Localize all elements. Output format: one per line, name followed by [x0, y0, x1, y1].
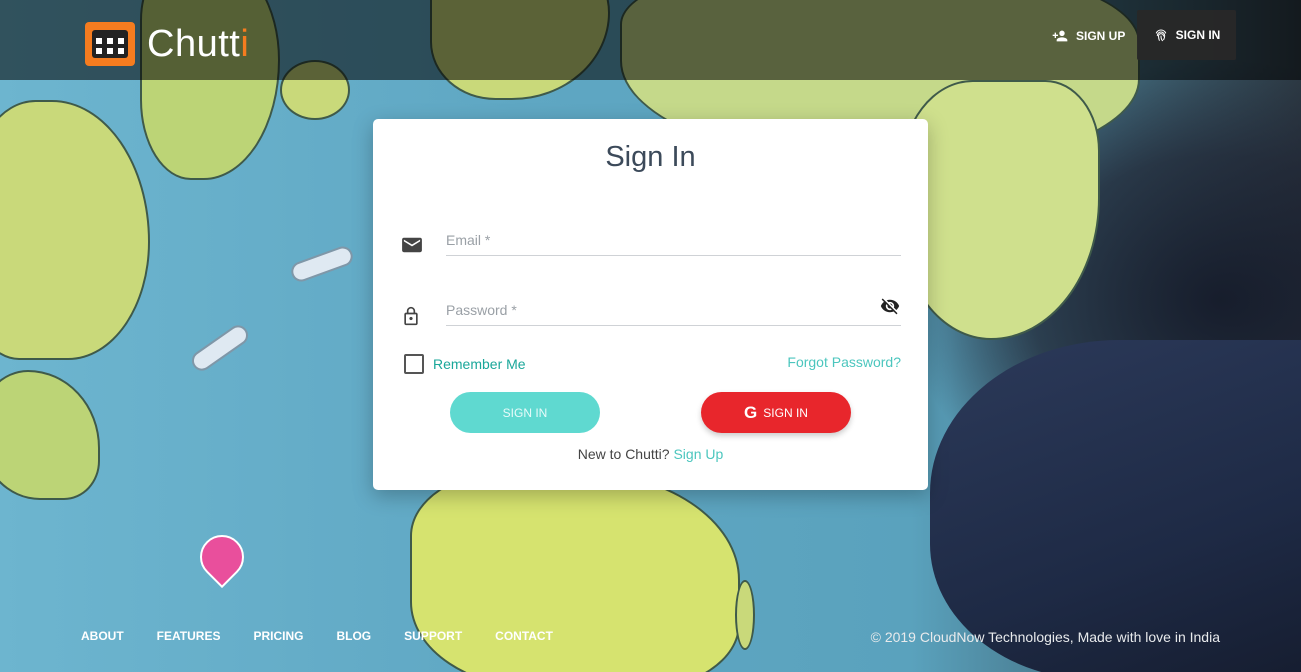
person-arm	[930, 340, 1301, 672]
checkbox-box[interactable]	[404, 354, 424, 374]
brand-name: Chutti	[147, 22, 250, 65]
signin-nav-button[interactable]: SIGN IN	[1137, 10, 1236, 60]
google-icon: G	[744, 402, 758, 422]
signup-nav-button[interactable]: SIGN UP	[1050, 26, 1125, 46]
copyright-text: © 2019 CloudNow Technologies, Made with …	[870, 629, 1220, 645]
signin-card: Sign In Remember Me Forgot Password? SIG…	[373, 119, 928, 490]
footer-link-contact[interactable]: CONTACT	[495, 629, 553, 643]
eye-off-icon[interactable]	[879, 296, 901, 316]
top-header: Chutti SIGN UP SIGN IN	[0, 0, 1301, 80]
remember-me-label: Remember Me	[433, 356, 526, 372]
email-icon	[402, 237, 422, 253]
google-signin-button[interactable]: G SIGN IN	[701, 392, 851, 433]
password-field[interactable]	[446, 286, 901, 325]
footer-link-features[interactable]: FEATURES	[157, 629, 221, 643]
calendar-logo-icon	[85, 22, 135, 66]
fingerprint-icon	[1155, 29, 1166, 42]
map-landmass	[0, 370, 100, 500]
footer-link-blog[interactable]: BLOG	[336, 629, 371, 643]
signin-button[interactable]: SIGN IN	[450, 392, 600, 433]
signup-prompt-text: New to Chutti?	[577, 446, 670, 462]
signin-nav-label: SIGN IN	[1175, 28, 1221, 42]
password-field-wrapper	[446, 286, 901, 326]
footer-nav: ABOUT FEATURES PRICING BLOG SUPPORT CONT…	[81, 629, 586, 643]
remember-me-checkbox[interactable]: Remember Me	[404, 354, 526, 374]
google-signin-label: SIGN IN	[763, 405, 808, 420]
signup-nav-label: SIGN UP	[1076, 29, 1126, 43]
email-field[interactable]	[446, 216, 901, 255]
signup-prompt: New to Chutti? Sign Up	[373, 446, 928, 462]
map-pin-sticker	[190, 525, 254, 589]
footer-link-pricing[interactable]: PRICING	[253, 629, 303, 643]
airplane-sticker	[188, 321, 252, 375]
signup-link[interactable]: Sign Up	[673, 446, 723, 462]
brand-logo[interactable]: Chutti	[85, 22, 249, 66]
map-landmass	[900, 80, 1100, 340]
person-add-icon	[1052, 30, 1068, 42]
forgot-password-link[interactable]: Forgot Password?	[787, 354, 901, 370]
map-landmass	[735, 580, 755, 650]
page-title: Sign In	[605, 141, 696, 173]
email-field-wrapper	[446, 216, 901, 256]
lock-icon	[404, 306, 418, 326]
airplane-sticker	[288, 243, 356, 285]
footer-link-about[interactable]: ABOUT	[81, 629, 124, 643]
footer-link-support[interactable]: SUPPORT	[404, 629, 462, 643]
map-landmass	[0, 100, 150, 360]
